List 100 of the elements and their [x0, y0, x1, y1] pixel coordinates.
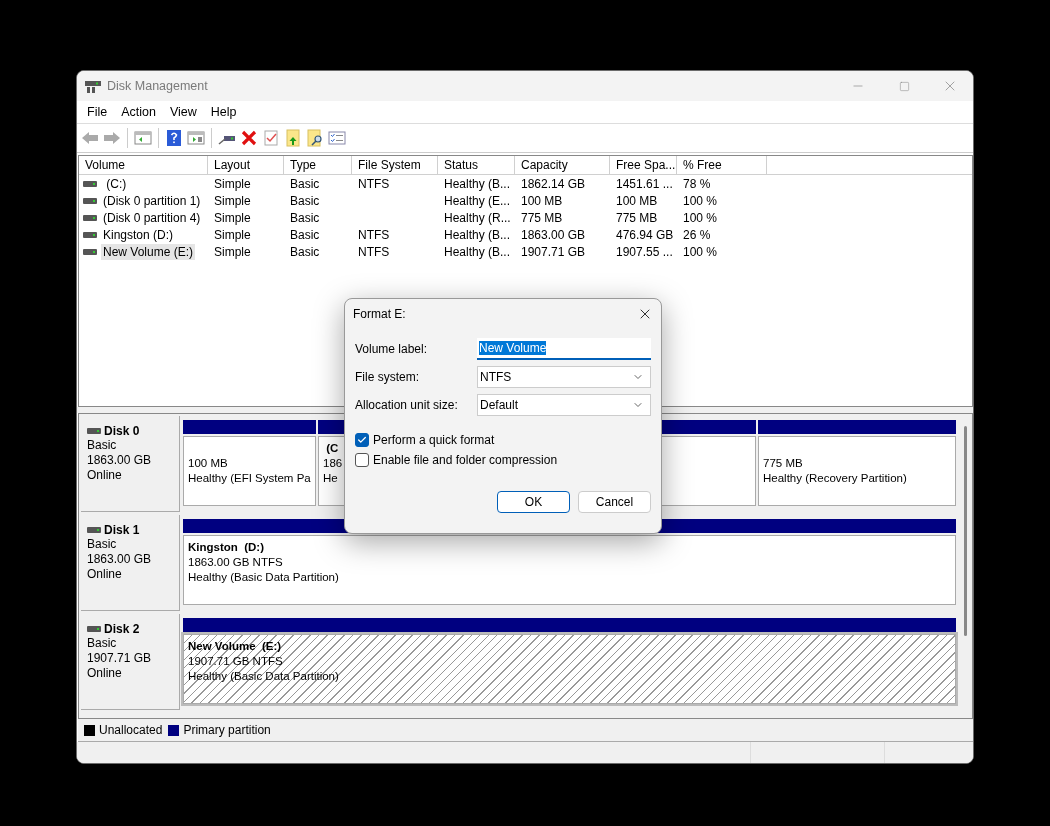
settings-list-icon[interactable]: [328, 129, 346, 147]
partition-info: 775 MB: [763, 456, 803, 471]
table-cell-text: Simple: [213, 227, 252, 242]
disk-status: Online: [87, 468, 123, 483]
delete-icon[interactable]: [240, 129, 258, 147]
table-cell-text: 100 %: [682, 210, 719, 225]
table-cell-text: Simple: [213, 210, 252, 225]
window-title: Disk Management: [107, 79, 209, 93]
checkbox[interactable]: [355, 433, 369, 447]
table-cell-text: 1862.14 GB: [520, 176, 587, 191]
partition-info: Healthy (Basic Data Partition): [188, 570, 339, 585]
table-cell-text: Healthy (B...: [443, 244, 512, 259]
drive-icon: [83, 231, 97, 238]
table-cell-text: Simple: [213, 244, 252, 259]
forward-icon[interactable]: [103, 129, 121, 147]
drive-icon: [83, 197, 97, 204]
partition-title: Kingston (D:): [188, 540, 264, 555]
table-cell-text: 1907.71 GB: [520, 244, 587, 259]
partition-box[interactable]: New Volume (E:) 1907.71 GB NTFS Healthy (Basic Data Partition): [183, 634, 956, 704]
checkbox-label: Perform a quick format: [373, 433, 495, 447]
table-cell[interactable]: (Disk 0 partition 4): [101, 209, 203, 226]
partition-info: 186: [323, 456, 343, 471]
table-cell-text: 775 MB: [520, 210, 564, 225]
field-label: Volume label:: [355, 342, 429, 356]
table-cell-text: 100 %: [682, 244, 719, 259]
partition-title: (C: [325, 441, 339, 456]
drive-icon: [87, 626, 101, 632]
disk-name: Disk 0: [104, 424, 140, 438]
disk-size: 1863.00 GB: [87, 453, 153, 468]
table-cell-text: Simple: [213, 176, 252, 191]
menu-item[interactable]: Help: [204, 103, 243, 121]
table-cell-text: NTFS: [357, 227, 391, 242]
disk-status: Online: [87, 666, 123, 681]
back-icon[interactable]: [81, 129, 99, 147]
dropdown[interactable]: Default: [477, 394, 651, 416]
table-cell-text: 476.94 GB: [615, 227, 675, 242]
table-cell-text: NTFS: [357, 176, 391, 191]
drive-icon: [87, 428, 101, 434]
dialog-button[interactable]: OK: [497, 491, 570, 513]
help-icon[interactable]: [165, 129, 183, 147]
drive-icon: [83, 248, 97, 255]
disk-size: 1863.00 GB: [87, 552, 153, 567]
table-cell-text: 100 MB: [520, 193, 564, 208]
table-cell-text: 100 MB: [615, 193, 659, 208]
app-icon: [85, 79, 101, 93]
input-field[interactable]: New Volume: [477, 338, 651, 360]
partition-info: 1863.00 GB NTFS: [188, 555, 283, 570]
dialog-button[interactable]: Cancel: [578, 491, 651, 513]
menu-item[interactable]: File: [81, 103, 114, 121]
table-cell-text: 775 MB: [615, 210, 659, 225]
partition-box[interactable]: Kingston (D:) 1863.00 GB NTFS Healthy (Basic Data Partition): [183, 535, 956, 605]
table-cell-text: 1907.55 ...: [615, 244, 674, 259]
checkbox-label: Enable file and folder compression: [373, 453, 558, 467]
table-cell-text: Simple: [213, 193, 252, 208]
drive-icon: [87, 527, 101, 533]
partition-box[interactable]: 100 MB Healthy (EFI System Pa: [183, 436, 316, 506]
checkbox[interactable]: [355, 453, 369, 467]
checklist-icon[interactable]: [262, 129, 280, 147]
disk-name: Disk 2: [104, 622, 140, 636]
maximize-icon: [898, 80, 910, 92]
table-cell-text: 26 %: [682, 227, 712, 242]
dialog-title: Format E:: [353, 307, 407, 321]
partition-info: Healthy (EFI System Pa: [188, 471, 311, 486]
disk-size: 1907.71 GB: [87, 651, 153, 666]
menu-item[interactable]: Action: [115, 103, 162, 121]
table-cell-text: Basic: [289, 176, 321, 191]
drive-icon: [83, 214, 97, 221]
disk-status: Online: [87, 567, 123, 582]
table-cell-text: Healthy (B...: [443, 227, 512, 242]
menu-item[interactable]: View: [163, 103, 203, 121]
scrollbar[interactable]: [963, 426, 967, 636]
disk-type: Basic: [87, 636, 118, 651]
table-cell-text: 100 %: [682, 193, 719, 208]
table-cell-text: 1451.61 ...: [615, 176, 674, 191]
disk-name: Disk 1: [104, 523, 140, 537]
partition-title: New Volume (E:): [188, 639, 282, 654]
partition-info: 100 MB: [188, 456, 228, 471]
table-cell-text: Basic: [289, 210, 321, 225]
partition-box[interactable]: 775 MB Healthy (Recovery Partition): [758, 436, 956, 506]
table-cell[interactable]: (C:): [101, 175, 129, 192]
table-cell-text: Healthy (R...: [443, 210, 512, 225]
table-cell-text: NTFS: [357, 244, 391, 259]
table-cell[interactable]: Kingston (D:): [101, 226, 176, 243]
table-cell-text: Basic: [289, 244, 321, 259]
table-cell-text: Basic: [289, 193, 321, 208]
partition-info: Healthy (Basic Data Partition): [188, 669, 339, 684]
legend-label: Unallocated: [99, 723, 163, 737]
folder-up-icon[interactable]: [284, 129, 302, 147]
action-pane-icon[interactable]: [187, 129, 205, 147]
partition-info: 1907.71 GB NTFS: [188, 654, 283, 669]
folder-search-icon[interactable]: [306, 129, 324, 147]
table-cell[interactable]: (Disk 0 partition 1): [101, 192, 203, 209]
console-tree-icon[interactable]: [134, 129, 152, 147]
partition-info: He: [323, 471, 338, 486]
field-label: Allocation unit size:: [355, 398, 459, 412]
partition-info: Healthy (Recovery Partition): [763, 471, 907, 486]
table-cell[interactable]: New Volume (E:): [101, 243, 196, 260]
dropdown[interactable]: NTFS: [477, 366, 651, 388]
field-label: File system:: [355, 370, 420, 384]
disk-type: Basic: [87, 438, 118, 453]
